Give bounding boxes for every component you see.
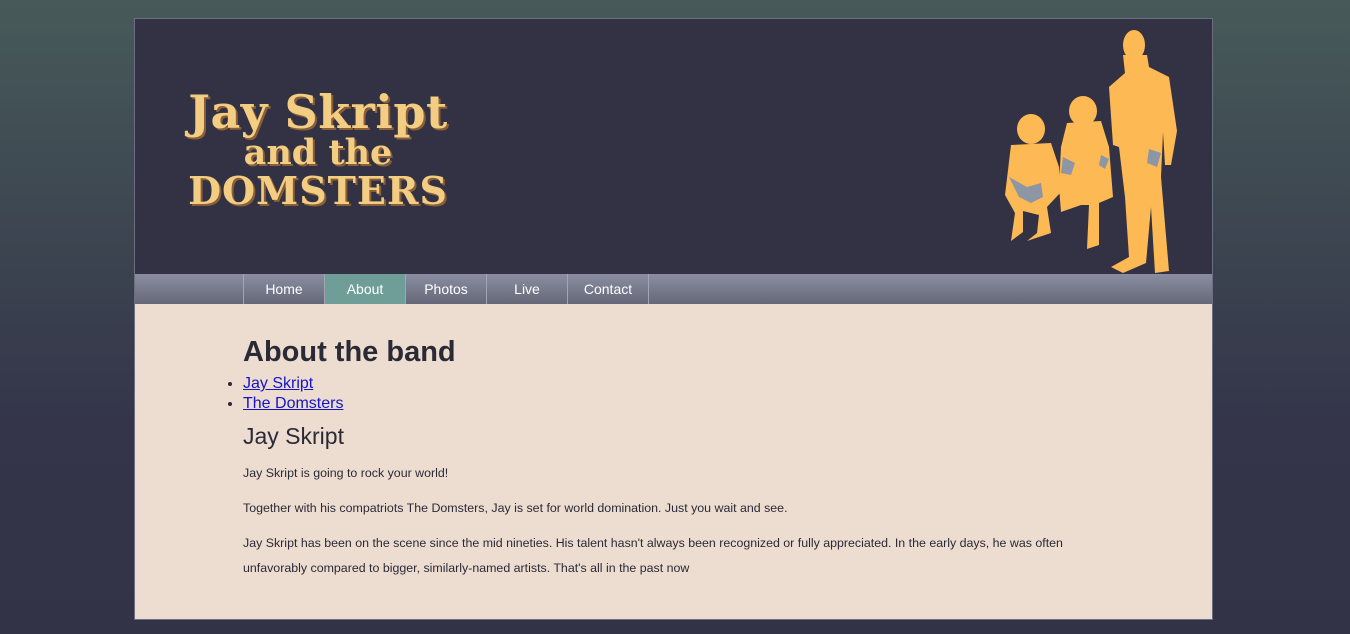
- main-content: About the band Jay Skript The Domsters J…: [243, 304, 1123, 581]
- nav-item-contact[interactable]: Contact: [568, 274, 649, 304]
- nav-item-home[interactable]: Home: [244, 274, 325, 304]
- nav-item-about[interactable]: About: [325, 274, 406, 304]
- paragraph-1: Jay Skript is going to rock your world!: [243, 466, 449, 480]
- paragraph-3: Jay Skript has been on the scene since t…: [243, 536, 1063, 575]
- site-header: Jay Skript and the DOMSTERS: [135, 19, 1212, 274]
- link-jay-skript[interactable]: Jay Skript: [243, 375, 313, 392]
- paragraph-2: Together with his compatriots The Domste…: [243, 501, 788, 515]
- logo-line-2: and the: [243, 132, 393, 173]
- logo-line-3: DOMSTERS: [188, 168, 448, 213]
- page-title: About the band: [243, 336, 456, 368]
- site-logo[interactable]: Jay Skript and the DOMSTERS: [173, 89, 463, 211]
- link-the-domsters[interactable]: The Domsters: [243, 395, 343, 412]
- nav-item-live[interactable]: Live: [487, 274, 568, 304]
- list-item: Jay Skript: [243, 374, 1123, 394]
- nav-item-photos[interactable]: Photos: [406, 274, 487, 304]
- section-heading: Jay Skript: [243, 423, 344, 449]
- main-navigation: Home About Photos Live Contact: [135, 274, 1212, 304]
- logo-line-1: Jay Skript: [188, 85, 448, 139]
- page-wrapper: Jay Skript and the DOMSTERS Home About P…: [134, 18, 1213, 620]
- section-links: Jay Skript The Domsters: [243, 374, 1123, 414]
- list-item: The Domsters: [243, 394, 1123, 414]
- band-silhouette-icon: [1005, 30, 1177, 273]
